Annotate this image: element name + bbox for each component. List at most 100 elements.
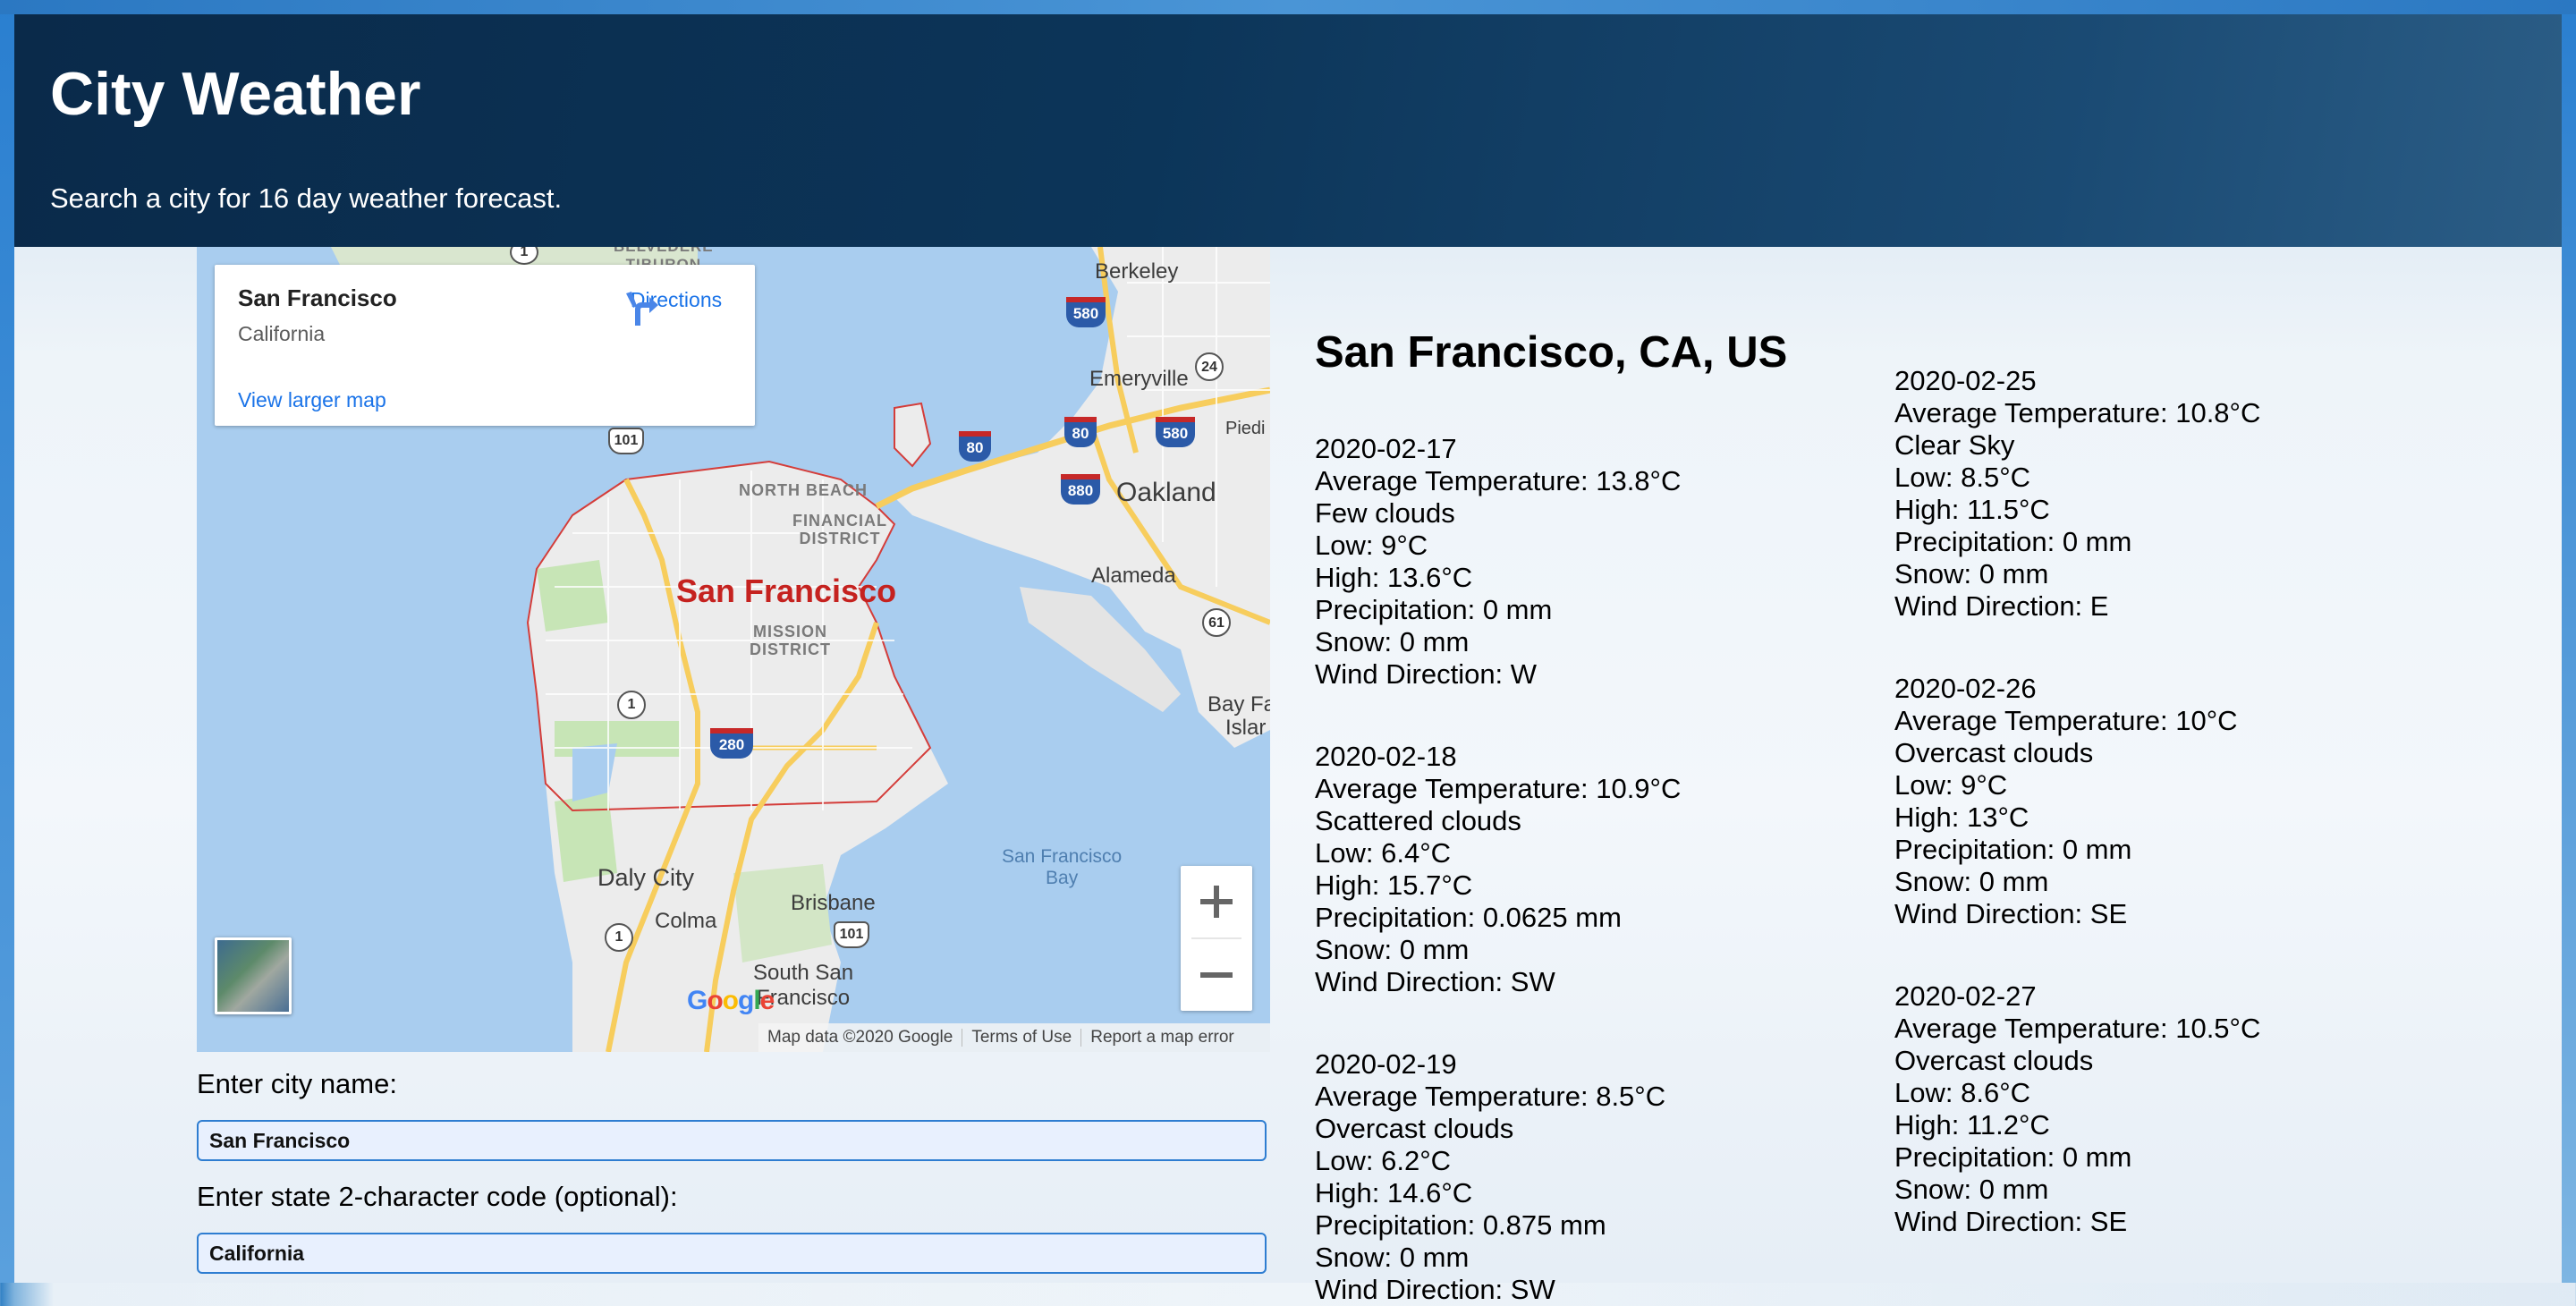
forecast-precipitation: Precipitation: 0 mm (1894, 526, 2132, 557)
map-label-colma: Colma (655, 909, 717, 933)
forecast-date: 2020-02-19 (1315, 1048, 1457, 1080)
shield-i80-bridge: 80 (959, 431, 991, 462)
forecast-high: High: 13°C (1894, 801, 2029, 833)
shield-i80: 80 (1064, 417, 1097, 447)
city-name-input[interactable] (197, 1120, 1267, 1161)
forecast-date: 2020-02-25 (1894, 365, 2037, 396)
map-label-san-francisco: San Francisco (676, 572, 897, 609)
map-label-mission-district: MISSION DISTRICT (750, 623, 831, 658)
forecast-high: High: 11.5°C (1894, 494, 2050, 525)
forecast-snow: Snow: 0 mm (1315, 934, 1470, 965)
place-name: San Francisco (238, 284, 397, 311)
shield-i580: 580 (1156, 417, 1195, 447)
shield-us-101-north: 101 (608, 428, 644, 454)
map-label-bay-farm-2: Islar (1225, 716, 1267, 740)
directions-button[interactable]: Directions (623, 288, 730, 326)
forecast-wind-direction: Wind Direction: SW (1315, 1274, 1555, 1305)
directions-icon (626, 292, 658, 326)
forecast-day-card: 2020-02-17 Average Temperature: 13.8°C F… (1315, 433, 1869, 691)
forecast-precipitation: Precipitation: 0.875 mm (1315, 1209, 1606, 1241)
forecast-snow: Snow: 0 mm (1315, 1242, 1470, 1273)
shield-route-1: 1 (617, 691, 646, 719)
forecast-description: Few clouds (1315, 497, 1455, 529)
forecast-wind-direction: Wind Direction: W (1315, 658, 1538, 690)
shield-us-101-south: 101 (834, 921, 869, 948)
forecast-description: Overcast clouds (1894, 737, 2094, 768)
city-name-label: Enter city name: (197, 1068, 397, 1099)
map-label-alameda: Alameda (1091, 564, 1176, 588)
embedded-map[interactable]: Berkeley Emeryville Oakland Alameda Pied… (197, 247, 1270, 1052)
header-banner: City Weather Search a city for 16 day we… (14, 14, 2562, 247)
forecast-snow: Snow: 0 mm (1894, 1174, 2049, 1205)
shield-route-24: 24 (1195, 352, 1224, 381)
report-map-error-link[interactable]: Report a map error (1081, 1023, 1243, 1052)
forecast-average-temperature: Average Temperature: 10.8°C (1894, 397, 2261, 428)
map-label-berkeley: Berkeley (1095, 259, 1179, 284)
map-label-piedmont: Piedi (1225, 419, 1266, 438)
forecast-location-title: San Francisco, CA, US (1315, 328, 1788, 377)
forecast-day-card: 2020-02-27 Average Temperature: 10.5°C O… (1894, 980, 2449, 1238)
minus-icon (1200, 972, 1233, 978)
plus-icon (1200, 886, 1233, 918)
forecast-average-temperature: Average Temperature: 10.5°C (1894, 1013, 2261, 1044)
zoom-controls (1181, 866, 1252, 1011)
forecast-high: High: 15.7°C (1315, 869, 1473, 901)
map-label-emeryville: Emeryville (1089, 367, 1189, 391)
zoom-in-button[interactable] (1181, 866, 1252, 937)
forecast-high: High: 13.6°C (1315, 562, 1473, 593)
shield-route-1-south: 1 (605, 923, 633, 952)
forecast-date: 2020-02-17 (1315, 433, 1457, 464)
forecast-day-card: 2020-02-18 Average Temperature: 10.9°C S… (1315, 741, 1869, 998)
forecast-precipitation: Precipitation: 0.0625 mm (1315, 902, 1622, 933)
forecast-date: 2020-02-18 (1315, 741, 1457, 772)
forecast-high: High: 11.2°C (1894, 1109, 2050, 1141)
forecast-low: Low: 6.2°C (1315, 1145, 1451, 1176)
forecast-description: Overcast clouds (1894, 1045, 2094, 1076)
map-data-attribution: Map data ©2020 Google (767, 1028, 953, 1047)
map-label-bay-farm: Bay Fa (1208, 692, 1270, 717)
forecast-day-card: 2020-02-26 Average Temperature: 10°C Ove… (1894, 673, 2449, 930)
forecast-low: Low: 6.4°C (1315, 837, 1451, 869)
shield-i880: 880 (1061, 474, 1100, 505)
forecast-average-temperature: Average Temperature: 13.8°C (1315, 465, 1682, 496)
map-label-oakland: Oakland (1116, 478, 1216, 507)
shield-i580-north: 580 (1066, 297, 1106, 327)
map-label-north-beach: NORTH BEACH (739, 481, 868, 499)
forecast-snow: Snow: 0 mm (1315, 626, 1470, 657)
forecast-average-temperature: Average Temperature: 8.5°C (1315, 1081, 1666, 1112)
state-code-label: Enter state 2-character code (optional): (197, 1181, 678, 1212)
forecast-description: Scattered clouds (1315, 805, 1521, 836)
satellite-layer-toggle[interactable] (215, 937, 292, 1014)
app-subtitle: Search a city for 16 day weather forecas… (50, 182, 563, 214)
forecast-day-card: 2020-02-19 Average Temperature: 8.5°C Ov… (1315, 1048, 1869, 1306)
forecast-date: 2020-02-27 (1894, 980, 2037, 1012)
terms-of-use-link[interactable]: Terms of Use (962, 1023, 1080, 1052)
forecast-wind-direction: Wind Direction: SE (1894, 1206, 2128, 1237)
forecast-precipitation: Precipitation: 0 mm (1894, 1141, 2132, 1173)
map-label-brisbane: Brisbane (791, 891, 876, 915)
forecast-low: Low: 9°C (1894, 769, 2008, 801)
forecast-average-temperature: Average Temperature: 10°C (1894, 705, 2238, 736)
forecast-average-temperature: Average Temperature: 10.9°C (1315, 773, 1682, 804)
zoom-out-button[interactable] (1181, 939, 1252, 1011)
forecast-low: Low: 8.5°C (1894, 462, 2030, 493)
forecast-wind-direction: Wind Direction: E (1894, 590, 2109, 622)
shield-route-61: 61 (1202, 608, 1231, 637)
shield-i280: 280 (710, 728, 753, 759)
forecast-snow: Snow: 0 mm (1894, 866, 2049, 897)
forecast-low: Low: 8.6°C (1894, 1077, 2030, 1108)
forecast-wind-direction: Wind Direction: SE (1894, 898, 2128, 929)
state-code-input[interactable] (197, 1233, 1267, 1274)
forecast-wind-direction: Wind Direction: SW (1315, 966, 1555, 997)
google-logo: Google (687, 986, 775, 1015)
forecast-day-card: 2020-02-25 Average Temperature: 10.8°C C… (1894, 365, 2449, 623)
forecast-precipitation: Precipitation: 0 mm (1894, 834, 2132, 865)
map-label-daly-city: Daly City (597, 864, 695, 891)
map-attribution-bar: Map data ©2020 Google Terms of Use Report … (758, 1023, 1270, 1052)
forecast-description: Overcast clouds (1315, 1113, 1514, 1144)
map-label-financial-district: FINANCIAL DISTRICT (792, 512, 887, 547)
map-label-sf-bay: San Francisco Bay (1002, 846, 1123, 888)
view-larger-map-link[interactable]: View larger map (238, 388, 386, 412)
forecast-high: High: 14.6°C (1315, 1177, 1473, 1208)
top-strip (0, 0, 2576, 14)
